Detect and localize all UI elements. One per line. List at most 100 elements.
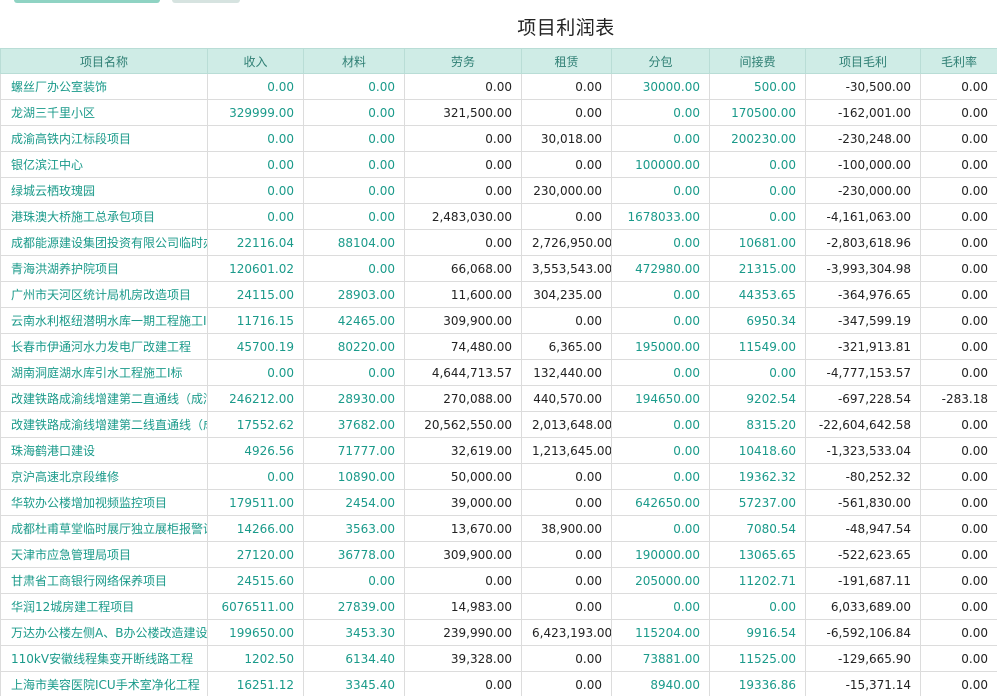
table-row[interactable]: 银亿滨江中心 0.00 0.00 0.00 0.00 100000.00 0.00 -100,… xyxy=(0,151,997,178)
column-header[interactable]: 租赁 xyxy=(521,48,612,74)
column-header[interactable]: 收入 xyxy=(207,48,304,74)
table-row[interactable]: 广州市天河区统计局机房改造项目 24115.00 28903.00 11,600.00… xyxy=(0,281,997,308)
value-cell: -22,604,642.58 xyxy=(805,411,921,438)
table-row[interactable]: 绿城云栖玫瑰园 0.00 0.00 0.00 230,000.00 0.00 0.00 -23… xyxy=(0,177,997,204)
value-cell: 0.00 xyxy=(521,593,612,620)
value-cell: 0.00 xyxy=(920,281,997,308)
column-header[interactable]: 材料 xyxy=(303,48,405,74)
column-header[interactable]: 劳务 xyxy=(404,48,522,74)
value-cell: 309,900.00 xyxy=(404,307,522,334)
table-row[interactable]: 湖南洞庭湖水库引水工程施工I标 0.00 0.00 4,644,713.57 132,4… xyxy=(0,359,997,386)
value-cell: 0.00 xyxy=(303,177,405,204)
table-header-row: 项目名称 收入 材料 劳务 租赁 分包 间接费 项目毛利 毛利率 xyxy=(0,48,997,74)
value-cell: 0.00 xyxy=(611,437,710,464)
value-cell: 9202.54 xyxy=(709,385,806,412)
column-header[interactable]: 毛利率 xyxy=(920,48,997,74)
value-cell: -4,777,153.57 xyxy=(805,359,921,386)
table-row[interactable]: 龙湖三千里小区 329999.00 0.00 321,500.00 0.00 0.00 17… xyxy=(0,99,997,126)
table-row[interactable]: 云南水利枢纽潜明水库一期工程施工I 11716.15 42465.00 309,900… xyxy=(0,307,997,334)
project-name-cell: 青海洪湖养护院项目 xyxy=(0,255,208,282)
project-name-cell: 万达办公楼左侧A、B办公楼改造建设 xyxy=(0,619,208,646)
value-cell: 230,000.00 xyxy=(521,177,612,204)
table-row[interactable]: 成渝高铁内江标段项目 0.00 0.00 0.00 30,018.00 0.00 20023… xyxy=(0,125,997,152)
value-cell: 0.00 xyxy=(709,593,806,620)
table-row[interactable]: 上海市美容医院ICU手术室净化工程 16251.12 3345.40 0.00 0.00… xyxy=(0,671,997,696)
value-cell: 1202.50 xyxy=(207,645,304,672)
table-row[interactable]: 万达办公楼左侧A、B办公楼改造建设 199650.00 3453.30 239,990… xyxy=(0,619,997,646)
value-cell: -283.18 xyxy=(920,385,997,412)
value-cell: 36778.00 xyxy=(303,541,405,568)
value-cell: 88104.00 xyxy=(303,229,405,256)
value-cell: 1,213,645.00 xyxy=(521,437,612,464)
table-row[interactable]: 华润12城房建工程项目 6076511.00 27839.00 14,983.00 0.… xyxy=(0,593,997,620)
value-cell: 0.00 xyxy=(207,177,304,204)
value-cell: 0.00 xyxy=(303,359,405,386)
value-cell: 28930.00 xyxy=(303,385,405,412)
value-cell: 0.00 xyxy=(611,411,710,438)
table-row[interactable]: 甘肃省工商银行网络保养项目 24515.60 0.00 0.00 0.00 205000.… xyxy=(0,567,997,594)
value-cell: 3,553,543.00 xyxy=(521,255,612,282)
value-cell: 8940.00 xyxy=(611,671,710,696)
value-cell: 200230.00 xyxy=(709,125,806,152)
table-row[interactable]: 长春市伊通河水力发电厂改建工程 45700.19 80220.00 74,480.00… xyxy=(0,333,997,360)
value-cell: 39,328.00 xyxy=(404,645,522,672)
value-cell: 0.00 xyxy=(404,151,522,178)
value-cell: 45700.19 xyxy=(207,333,304,360)
column-header[interactable]: 项目毛利 xyxy=(805,48,921,74)
column-header[interactable]: 项目名称 xyxy=(0,48,208,74)
project-name-cell: 华润12城房建工程项目 xyxy=(0,593,208,620)
value-cell: 0.00 xyxy=(920,489,997,516)
value-cell: 0.00 xyxy=(521,671,612,696)
value-cell: -100,000.00 xyxy=(805,151,921,178)
project-name-cell: 天津市应急管理局项目 xyxy=(0,541,208,568)
value-cell: 30000.00 xyxy=(611,73,710,100)
value-cell: -230,248.00 xyxy=(805,125,921,152)
table-row[interactable]: 改建铁路成渝线增建第二直通线（成渝 246212.00 28930.00 270,08… xyxy=(0,385,997,412)
table-row[interactable]: 110kV安徽线程集变开断线路工程 1202.50 6134.40 39,328.00… xyxy=(0,645,997,672)
value-cell: -4,161,063.00 xyxy=(805,203,921,230)
table-row[interactable]: 改建铁路成渝线增建第二线直通线（成都-17552.6237682.0020,56… xyxy=(0,411,997,438)
value-cell: 100000.00 xyxy=(611,151,710,178)
column-header[interactable]: 分包 xyxy=(611,48,710,74)
value-cell: 24515.60 xyxy=(207,567,304,594)
project-name-cell: 华软办公楼增加视频监控项目 xyxy=(0,489,208,516)
value-cell: 80220.00 xyxy=(303,333,405,360)
value-cell: -129,665.90 xyxy=(805,645,921,672)
value-cell: 11716.15 xyxy=(207,307,304,334)
project-name-cell: 银亿滨江中心 xyxy=(0,151,208,178)
value-cell: 0.00 xyxy=(920,333,997,360)
value-cell: 11202.71 xyxy=(709,567,806,594)
table-row[interactable]: 港珠澳大桥施工总承包项目 0.00 0.00 2,483,030.00 0.00 1678… xyxy=(0,203,997,230)
value-cell: 0.00 xyxy=(920,567,997,594)
table-row[interactable]: 螺丝厂办公室装饰 0.00 0.00 0.00 0.00 30000.00 500.00 -3… xyxy=(0,73,997,100)
value-cell: 0.00 xyxy=(521,203,612,230)
value-cell: 9916.54 xyxy=(709,619,806,646)
value-cell: 6076511.00 xyxy=(207,593,304,620)
value-cell: 0.00 xyxy=(611,99,710,126)
project-name-cell: 珠海鹤港口建设 xyxy=(0,437,208,464)
value-cell: 190000.00 xyxy=(611,541,710,568)
value-cell: 6,033,689.00 xyxy=(805,593,921,620)
table-row[interactable]: 京沪高速北京段维修 0.00 10890.00 50,000.00 0.00 0.00 19… xyxy=(0,463,997,490)
profit-table-container[interactable]: 项目名称 收入 材料 劳务 租赁 分包 间接费 项目毛利 毛利率 螺丝厂办公室装饰 0.00 0.0… xyxy=(0,48,997,696)
table-row[interactable]: 珠海鹤港口建设 4926.56 71777.00 32,619.00 1,213,645… xyxy=(0,437,997,464)
column-header[interactable]: 间接费 xyxy=(709,48,806,74)
table-row[interactable]: 华软办公楼增加视频监控项目 179511.00 2454.00 39,000.00 0.… xyxy=(0,489,997,516)
value-cell: 28903.00 xyxy=(303,281,405,308)
title-bar: 项目利润表 xyxy=(0,0,997,48)
value-cell: 0.00 xyxy=(521,99,612,126)
value-cell: 0.00 xyxy=(920,203,997,230)
value-cell: 500.00 xyxy=(709,73,806,100)
value-cell: 0.00 xyxy=(521,307,612,334)
table-row[interactable]: 青海洪湖养护院项目 120601.02 0.00 66,068.00 3,553,543… xyxy=(0,255,997,282)
value-cell: 0.00 xyxy=(521,489,612,516)
value-cell: 57237.00 xyxy=(709,489,806,516)
value-cell: 32,619.00 xyxy=(404,437,522,464)
table-row[interactable]: 成都能源建设集团投资有限公司临时办 22116.04 88104.00 0.00 2,7… xyxy=(0,229,997,256)
project-name-cell: 改建铁路成渝线增建第二直通线（成渝 xyxy=(0,385,208,412)
project-name-cell: 京沪高速北京段维修 xyxy=(0,463,208,490)
table-row[interactable]: 天津市应急管理局项目 27120.00 36778.00 309,900.00 0.00… xyxy=(0,541,997,568)
value-cell: 0.00 xyxy=(611,229,710,256)
value-cell: 6,423,193.00 xyxy=(521,619,612,646)
table-row[interactable]: 成都杜甫草堂临时展厅独立展柜报警设 14266.00 3563.00 13,670.0… xyxy=(0,515,997,542)
